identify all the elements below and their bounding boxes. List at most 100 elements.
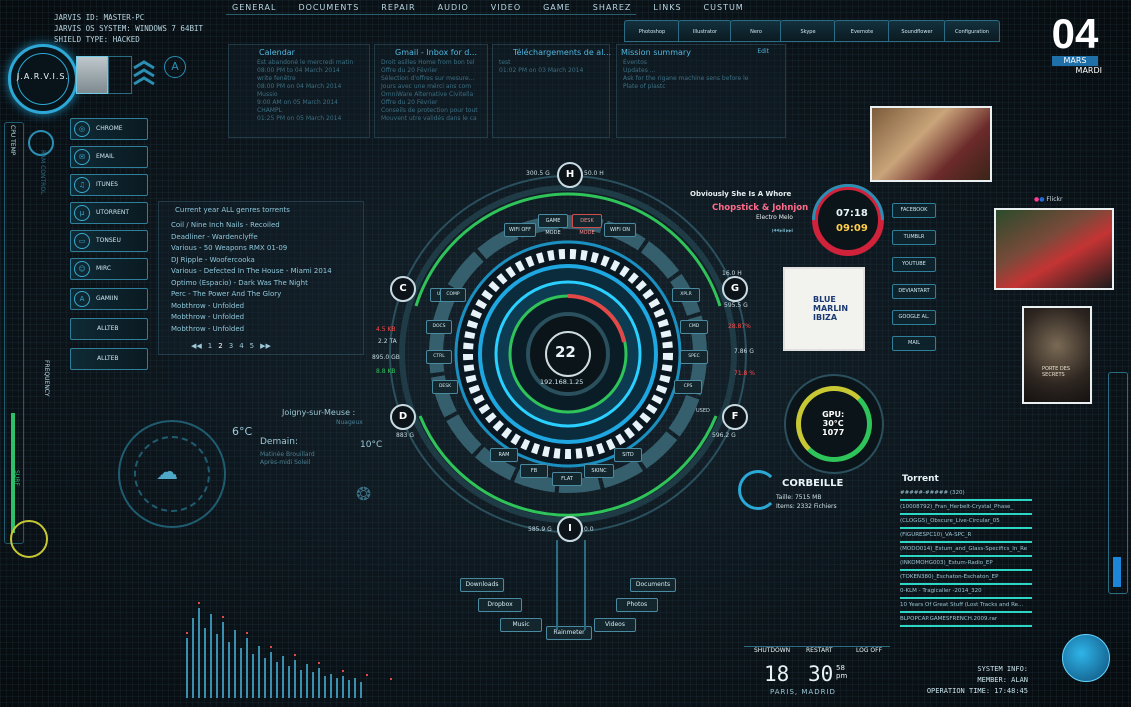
right-torrent-item[interactable]: (FIGURESPC10)_VA-SPC_R <box>900 530 1032 543</box>
facebook-button[interactable]: FACEBOOK <box>892 203 936 218</box>
fb-button[interactable]: FB <box>520 464 548 478</box>
torrent-item[interactable]: Optimo (Espacio) - Dark Was The Night <box>171 278 363 290</box>
drive-d-button[interactable]: D <box>390 404 416 430</box>
sitd-button[interactable]: SITD <box>614 448 642 462</box>
mission-edit-button[interactable]: Edit <box>757 48 769 57</box>
ram-button[interactable]: RAM <box>490 448 518 462</box>
game-mode-button[interactable]: GAME MODE <box>538 214 568 236</box>
skinc-button[interactable]: SKINC <box>584 464 614 478</box>
torrent-item[interactable]: Various - Defected In The House - Miami … <box>171 266 363 278</box>
nav-game[interactable]: GAME <box>543 3 571 12</box>
gmail-panel[interactable]: Gmail - Inbox for d... Droit asilles Hom… <box>374 44 488 138</box>
nav-video[interactable]: VIDEO <box>491 3 521 12</box>
drive-g-button[interactable]: G <box>722 276 748 302</box>
deviantart-button[interactable]: DEVIANTART <box>892 284 936 299</box>
torrent-item[interactable]: Deadliner - Wardenclyffe <box>171 232 363 244</box>
youtube-button[interactable]: YOUTUBE <box>892 257 936 272</box>
nav-repair[interactable]: REPAIR <box>381 3 415 12</box>
tab-photoshop[interactable]: Photoshop <box>624 20 680 42</box>
right-torrent-item[interactable]: (CLOGG5)_Obscure_Live-Circular_05 <box>900 516 1032 529</box>
avatar[interactable] <box>76 56 108 94</box>
trash-icon[interactable] <box>738 470 778 510</box>
spec-button[interactable]: SPEC <box>680 350 708 364</box>
nav-tonseu-button[interactable]: ▭ TONSEU <box>70 230 148 252</box>
wifi-off-button[interactable]: WIFI OFF <box>504 223 536 237</box>
photo-frame-1[interactable] <box>870 106 992 182</box>
dropbox-button[interactable]: Dropbox <box>478 598 522 612</box>
cps-button[interactable]: CPS <box>674 380 702 394</box>
nav-utorrent-button[interactable]: µ UTORRENT <box>70 202 148 224</box>
torrent-item[interactable]: DJ Ripple - Woofercooka <box>171 255 363 267</box>
right-torrent-item[interactable]: (INKOMOHG003)_Estum-Radio_EP <box>900 558 1032 571</box>
globe-icon[interactable] <box>1062 634 1110 682</box>
jarvis-logo[interactable]: J.A.R.V.I.S. <box>8 44 78 114</box>
trash-title[interactable]: CORBEILLE <box>782 478 843 489</box>
desk-button[interactable]: DESK <box>432 380 458 394</box>
tab-evernote[interactable]: Evernote <box>834 20 890 42</box>
mission-panel[interactable]: Mission summary Edit Eventos Updates ...… <box>616 44 786 138</box>
nav-sharez[interactable]: SHAREZ <box>593 3 632 12</box>
torrent-item[interactable]: Various - 50 Weapons RMX 01-09 <box>171 243 363 255</box>
tab-skype[interactable]: Skype <box>780 20 836 42</box>
album-cover[interactable]: BLUE MARLIN IBIZA <box>783 267 865 351</box>
xplr-button[interactable]: XPLR <box>672 288 700 302</box>
photos-button[interactable]: Photos <box>616 598 658 612</box>
nav-audio[interactable]: AUDIO <box>438 3 469 12</box>
videos-button[interactable]: Videos <box>594 618 636 632</box>
nav-itunes-button[interactable]: ♫ ITUNES <box>70 174 148 196</box>
flat-button[interactable]: FLAT <box>552 472 582 486</box>
logoff-button[interactable]: LOG OFF <box>856 647 882 654</box>
torrent-item[interactable]: Mobthrow - Unfolded <box>171 324 363 336</box>
page-2[interactable]: 2 <box>218 342 222 350</box>
right-torrent-item[interactable]: 0-KLM - Tragicaller -2014_320 <box>900 586 1032 599</box>
page-1[interactable]: 1 <box>208 342 212 350</box>
torrent-item[interactable]: Mobthrow - Unfolded <box>171 312 363 324</box>
right-torrent-item[interactable]: (MODO014)_Estum_and_Glass-Specifics_In_R… <box>900 544 1032 557</box>
nav-gamiin-button[interactable]: A GAMIIN <box>70 288 148 310</box>
nav-links[interactable]: LINKS <box>653 3 681 12</box>
right-torrent-item[interactable]: (10008792)_Fran_Herbelt-Crystal_Phase_ <box>900 502 1032 515</box>
torrent-item[interactable]: Mobthrow - Unfolded <box>171 301 363 313</box>
nav-allteb-button[interactable]: ALLTEB <box>70 318 148 340</box>
next-page-icon[interactable]: ▶▶ <box>260 342 271 350</box>
avengers-icon[interactable]: A <box>164 56 186 78</box>
downloads-panel[interactable]: Téléchargements de al... test 01:02 PM o… <box>492 44 611 138</box>
drive-i-button[interactable]: I <box>557 516 583 542</box>
nav-email-button[interactable]: ✉ EMAIL <box>70 146 148 168</box>
tab-illustrator[interactable]: Illustrator <box>678 20 732 42</box>
page-4[interactable]: 4 <box>239 342 243 350</box>
prev-page-icon[interactable]: ◀◀ <box>191 342 202 350</box>
wifi-on-button[interactable]: WIFI ON <box>604 223 636 237</box>
mail-button[interactable]: MAIL <box>892 336 936 351</box>
page-3[interactable]: 3 <box>229 342 233 350</box>
tab-soundflower[interactable]: Soundflower <box>888 20 946 42</box>
tumblr-button[interactable]: TUMBLR <box>892 230 936 245</box>
nav-chrome-button[interactable]: ◎ CHROME <box>70 118 148 140</box>
right-scroll-gauge[interactable] <box>1108 372 1128 594</box>
nav-documents[interactable]: DOCUMENTS <box>298 3 359 12</box>
comp-button[interactable]: COMP <box>440 288 466 302</box>
ctrl-button[interactable]: CTRL <box>426 350 452 364</box>
shutdown-button[interactable]: SHUTDOWN <box>754 647 790 654</box>
music-button[interactable]: Music <box>500 618 542 632</box>
cmd-button[interactable]: CMD <box>680 320 708 334</box>
desk-mode-button[interactable]: DESK MODE <box>572 214 602 236</box>
player-controls-icon[interactable]: ⏮⏯⏭ <box>772 226 793 236</box>
drive-f-button[interactable]: F <box>722 404 748 430</box>
restart-button[interactable]: RESTART <box>806 647 832 654</box>
nav-general[interactable]: GENERAL <box>232 3 276 12</box>
drive-c-button[interactable]: C <box>390 276 416 302</box>
movie-poster[interactable]: PORTE DES SECRETS <box>1022 306 1092 404</box>
nav-allteb-button-2[interactable]: ALLTEB <box>70 348 148 370</box>
nav-mirc-button[interactable]: ☺ MIRC <box>70 258 148 280</box>
documents-button[interactable]: Documents <box>630 578 676 592</box>
tab-configuration[interactable]: Configuration <box>944 20 1000 42</box>
right-torrent-item[interactable]: #####-##### (320) <box>900 488 1032 501</box>
docs-button[interactable]: DOCS <box>426 320 452 334</box>
drive-h-button[interactable]: H <box>557 162 583 188</box>
nav-custum[interactable]: CUSTUM <box>704 3 744 12</box>
calendar-panel[interactable]: Calendar Est abandoné le mercredi matin … <box>228 44 370 138</box>
right-torrent-item[interactable]: (TOKEN380)_Eschaton-Eschaton_EP <box>900 572 1032 585</box>
torrent-item[interactable]: Coil / Nine Inch Nails - Recoiled <box>171 220 363 232</box>
page-5[interactable]: 5 <box>250 342 254 350</box>
